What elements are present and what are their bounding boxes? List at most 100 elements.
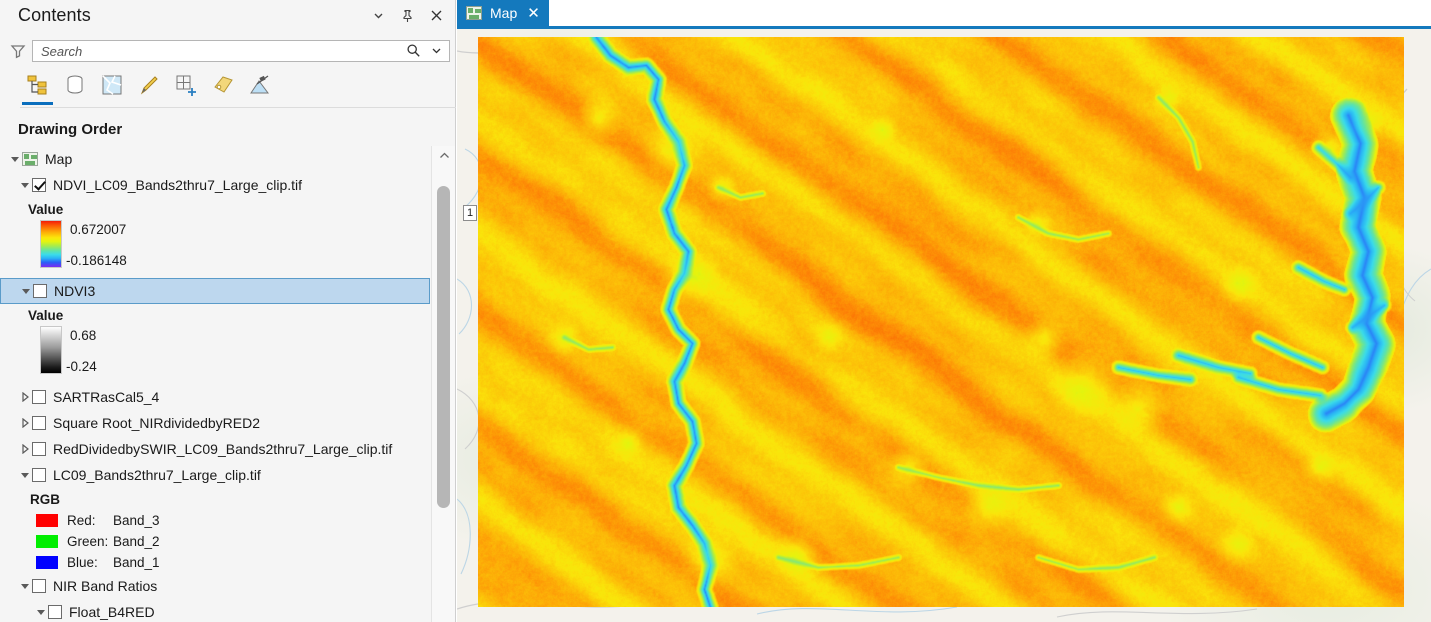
rgb-band-name: Band_2 [113,534,160,549]
expander-icon[interactable] [34,605,48,619]
expander-icon[interactable] [18,442,32,456]
search-box-icons [406,43,443,63]
page-title: Contents [18,5,91,25]
editing-tab[interactable] [131,68,166,102]
rgb-channel-name: Blue: [67,555,98,570]
tree-item-label: NIR Band Ratios [53,578,158,594]
layer-visibility-checkbox[interactable] [32,416,46,430]
expander-icon[interactable] [19,284,33,298]
ndvi-raster-layer [478,37,1404,607]
legend-ramp-ndvi3-layer: 0.68 -0.24 [40,326,432,384]
rgb-channel-name: Green: [67,534,109,549]
tree-item-label: NDVI_LC09_Bands2thru7_Large_clip.tif [53,177,303,193]
tree-item-map[interactable]: Map [0,146,432,172]
layer-tree[interactable]: Map NDVI_LC09_Bands2thru7_Large_clip.tif V… [0,146,432,622]
layer-visibility-checkbox[interactable] [32,442,46,456]
drawing-order-tab[interactable] [20,68,55,105]
expander-icon[interactable] [18,178,32,192]
layer-visibility-checkbox[interactable] [33,284,47,298]
tree-item-square-root-nir-red2-layer[interactable]: Square Root_NIRdividedbyRED2 [0,410,432,436]
close-icon[interactable] [428,7,445,24]
legend-ramp-ndvi-clip-layer: 0.672007 -0.186148 [40,220,432,278]
search-row [0,36,456,66]
map-icon [466,6,482,20]
rgb-channel-name: Red: [67,513,96,528]
rgb-swatch [36,514,58,527]
map-tabstrip: Map ✕ [457,0,1431,29]
map-canvas[interactable]: 1 [457,29,1431,622]
toolbar-divider [20,107,456,108]
contents-panel: Contents Search Drawing Order Map NDVI_L… [0,0,456,622]
search-icon[interactable] [406,43,421,63]
tree-item-ndvi-clip-layer[interactable]: NDVI_LC09_Bands2thru7_Large_clip.tif [0,172,432,198]
tree-item-label: Square Root_NIRdividedbyRED2 [53,415,260,431]
contents-panel-header: Contents [0,0,455,34]
tree-item-float-b4red-layer[interactable]: Float_B4RED [0,599,432,622]
layer-visibility-checkbox[interactable] [32,390,46,404]
labeling-tab[interactable] [205,68,240,102]
legend-min-value: -0.186148 [66,253,127,268]
color-ramp [40,326,62,374]
expander-icon[interactable] [18,390,32,404]
layer-visibility-checkbox[interactable] [48,605,62,619]
rgb-channel-row: Red: Band_3 [36,510,432,531]
tab-map[interactable]: Map ✕ [457,0,549,26]
legend-max-value: 0.672007 [70,222,127,237]
chevron-down-icon[interactable] [370,7,387,24]
contents-toolbar [0,68,456,108]
rgb-channel-row: Green: Band_2 [36,531,432,552]
tree-item-label: Map [45,151,73,167]
expander-icon[interactable] [18,416,32,430]
map-area: Map ✕ 1 [457,0,1431,622]
pin-icon[interactable] [399,7,416,24]
data-source-tab[interactable] [57,68,92,102]
expander-icon[interactable] [18,468,32,482]
tree-item-sartrascal5-4-layer[interactable]: SARTRasCal5_4 [0,384,432,410]
tree-item-red-divided-by-swir-layer[interactable]: RedDividedbySWIR_LC09_Bands2thru7_Large_… [0,436,432,462]
tree-item-ndvi3-layer[interactable]: NDVI3 [0,278,430,304]
tree-item-label: LC09_Bands2thru7_Large_clip.tif [53,467,261,483]
legend-title: Value [28,201,64,217]
layer-visibility-checkbox[interactable] [32,178,46,192]
selection-tab[interactable] [168,68,203,102]
search-options-chevron-icon[interactable] [430,44,443,62]
arcgis-pro-window: Contents Search Drawing Order Map NDVI_L… [0,0,1431,622]
rgb-channel-row: Blue: Band_1 [36,552,432,573]
charts-tab[interactable] [242,68,277,102]
legend-max-value: 0.68 [70,328,97,343]
legend-min-value: -0.24 [66,359,97,374]
rgb-band-name: Band_3 [113,513,160,528]
tab-close-icon[interactable]: ✕ [527,6,540,21]
tree-item-label: NDVI3 [54,283,96,299]
tree-item-label: SARTRasCal5_4 [53,389,160,405]
expander-icon[interactable] [18,579,32,593]
layer-tree-scrollbar[interactable] [431,146,455,622]
color-ramp [40,220,62,268]
expander-icon[interactable] [8,152,22,166]
tree-item-nir-band-ratios-group[interactable]: NIR Band Ratios [0,573,432,599]
snapping-tab[interactable] [94,68,129,102]
panel-header-buttons [370,7,445,24]
filter-icon[interactable] [4,43,32,59]
search-input[interactable] [41,41,411,61]
rgb-swatch [36,535,58,548]
map-icon [22,152,38,166]
rgb-swatch [36,556,58,569]
tab-map-label: Map [490,5,518,21]
scrollbar-thumb[interactable] [437,186,450,509]
legend-title: Value [28,307,64,323]
search-box[interactable] [32,40,450,62]
tree-item-label: Float_B4RED [69,604,155,620]
scroll-up-arrow-icon[interactable] [432,146,456,164]
tree-item-label: RedDividedbySWIR_LC09_Bands2thru7_Large_… [53,441,393,457]
rgb-heading: RGB [0,488,432,510]
rgb-title: RGB [30,491,60,507]
legend-heading-ndvi-clip-layer: Value [0,198,432,220]
layer-visibility-checkbox[interactable] [32,468,46,482]
rgb-band-name: Band_1 [113,555,160,570]
highway-shield: 1 [463,205,478,221]
layer-visibility-checkbox[interactable] [32,579,46,593]
drawing-order-label: Drawing Order [18,121,123,138]
legend-heading-ndvi3-layer: Value [0,304,432,326]
tree-item-lc09-bands-clip-layer[interactable]: LC09_Bands2thru7_Large_clip.tif [0,462,432,488]
